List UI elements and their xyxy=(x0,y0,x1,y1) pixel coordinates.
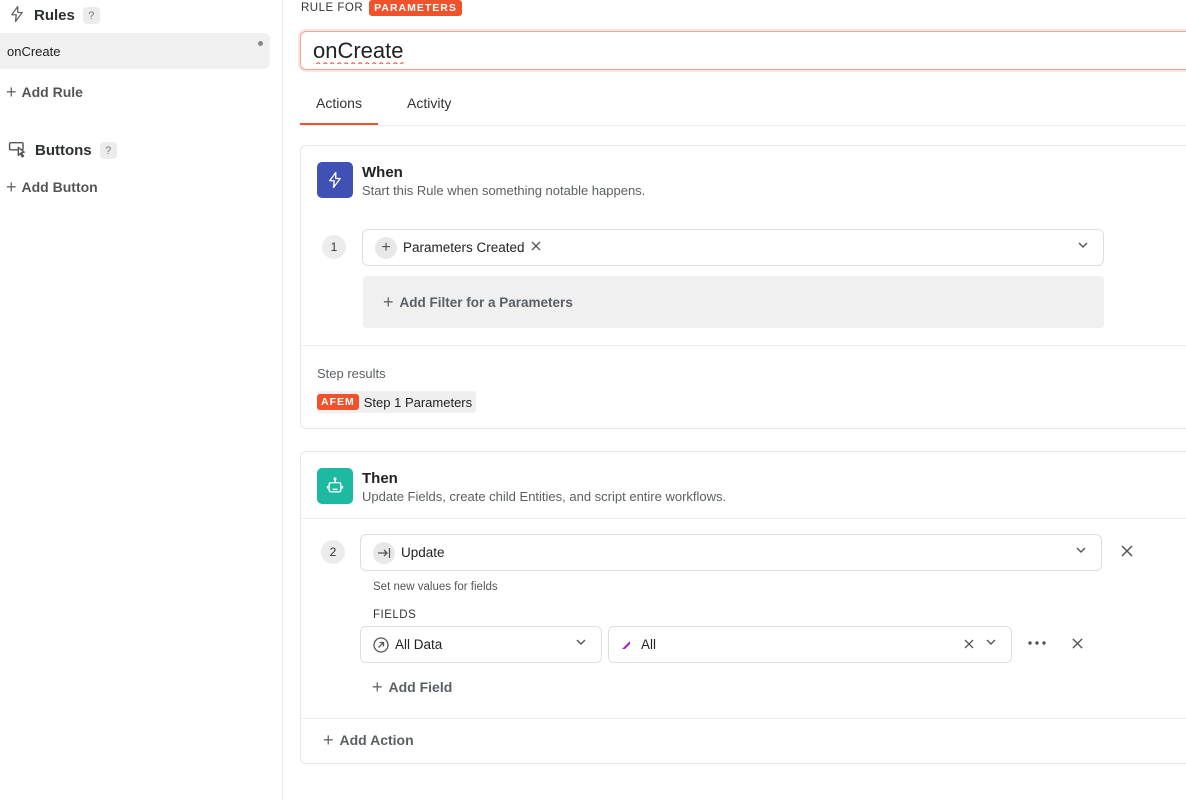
action-hint: Set new values for fields xyxy=(373,581,498,593)
step-results-label: Step results xyxy=(317,366,386,381)
add-field-label: Add Field xyxy=(388,679,453,695)
chevron-down-icon[interactable] xyxy=(575,636,587,651)
rules-section-header: Rules ? xyxy=(8,5,100,26)
lightning-icon xyxy=(317,162,353,198)
arrow-right-to-line-icon xyxy=(373,541,395,564)
divider xyxy=(301,345,1186,346)
add-action-label: Add Action xyxy=(339,732,414,748)
when-subtitle: Start this Rule when something notable h… xyxy=(362,183,646,198)
add-rule-button[interactable]: + Add Rule xyxy=(6,83,83,101)
clear-field-icon[interactable] xyxy=(963,638,975,653)
then-title: Then xyxy=(362,470,398,487)
when-card: When Start this Rule when something nota… xyxy=(300,145,1186,429)
when-card-header: When Start this Rule when something nota… xyxy=(317,162,645,198)
plus-circle-icon: + xyxy=(375,236,397,259)
rules-help-badge[interactable]: ? xyxy=(82,7,100,24)
status-dot xyxy=(258,41,263,46)
add-button-label: Add Button xyxy=(21,179,98,195)
plus-icon: + xyxy=(6,82,17,102)
rules-title: Rules xyxy=(34,7,75,24)
tab-actions[interactable]: Actions xyxy=(300,95,378,125)
field-value: All xyxy=(641,637,657,652)
rule-item-label: onCreate xyxy=(7,43,61,59)
buttons-help-badge[interactable]: ? xyxy=(99,142,117,159)
when-title: When xyxy=(362,164,403,181)
remove-field-icon[interactable] xyxy=(1071,637,1084,650)
trigger-value: Parameters Created xyxy=(403,240,525,255)
entity-badge: PARAMETERS xyxy=(369,0,462,16)
divider xyxy=(301,518,1186,519)
add-rule-label: Add Rule xyxy=(21,84,83,100)
add-action-button[interactable]: + Add Action xyxy=(323,731,414,749)
chevron-down-icon[interactable] xyxy=(985,636,997,651)
divider xyxy=(301,718,1186,719)
action-select[interactable]: Update xyxy=(360,534,1102,571)
rule-name-input[interactable] xyxy=(300,31,1186,70)
step-number: 1 xyxy=(322,235,346,259)
more-options-icon[interactable] xyxy=(1028,641,1046,645)
sidebar: Rules ? onCreate + Add Rule Buttons ? + … xyxy=(0,0,283,800)
add-filter-label: Add Filter for a Parameters xyxy=(399,294,573,310)
rule-for-header: RULE FOR PARAMETERS xyxy=(301,0,462,16)
result-tag: AFEM xyxy=(317,394,359,410)
remove-trigger-icon[interactable] xyxy=(530,240,542,255)
plus-icon: + xyxy=(383,292,394,312)
field-source-select[interactable]: All Data xyxy=(360,626,602,663)
rule-item-oncreate[interactable]: onCreate xyxy=(0,33,270,69)
buttons-title: Buttons xyxy=(35,142,92,159)
then-subtitle: Update Fields, create child Entities, an… xyxy=(362,489,727,504)
tab-bar: Actions Activity xyxy=(300,86,1186,126)
lightning-icon xyxy=(8,5,26,26)
plus-icon: + xyxy=(6,177,17,197)
result-label: Step 1 Parameters xyxy=(363,394,473,410)
step-result-chip[interactable]: AFEM Step 1 Parameters xyxy=(317,391,477,413)
buttons-section-header: Buttons ? xyxy=(8,140,117,161)
field-value-select[interactable]: All xyxy=(608,626,1012,663)
remove-action-icon[interactable] xyxy=(1120,544,1134,558)
add-button-button[interactable]: + Add Button xyxy=(6,178,98,196)
fields-label: FIELDS xyxy=(373,609,417,621)
chevron-down-icon[interactable] xyxy=(1075,544,1087,559)
field-source-value: All Data xyxy=(395,637,443,652)
arrow-up-right-circle-icon xyxy=(373,636,389,653)
plus-icon: + xyxy=(372,677,383,697)
tab-activity[interactable]: Activity xyxy=(407,95,451,123)
rule-for-label: RULE FOR xyxy=(301,2,364,14)
button-cursor-icon xyxy=(8,140,27,161)
robot-icon xyxy=(317,468,353,504)
plus-icon: + xyxy=(323,730,334,750)
action-value: Update xyxy=(401,545,445,560)
main-panel: RULE FOR PARAMETERS Actions Activity Whe… xyxy=(283,0,1186,800)
step-number: 2 xyxy=(321,540,345,564)
chevron-down-icon[interactable] xyxy=(1077,239,1089,254)
add-filter-button[interactable]: + Add Filter for a Parameters xyxy=(363,276,1104,328)
then-card-header: Then Update Fields, create child Entitie… xyxy=(317,468,726,504)
trigger-select[interactable]: + Parameters Created xyxy=(362,229,1104,266)
then-card: Then Update Fields, create child Entitie… xyxy=(300,451,1186,764)
field-marker-icon xyxy=(621,640,631,650)
add-field-button[interactable]: + Add Field xyxy=(372,678,452,696)
